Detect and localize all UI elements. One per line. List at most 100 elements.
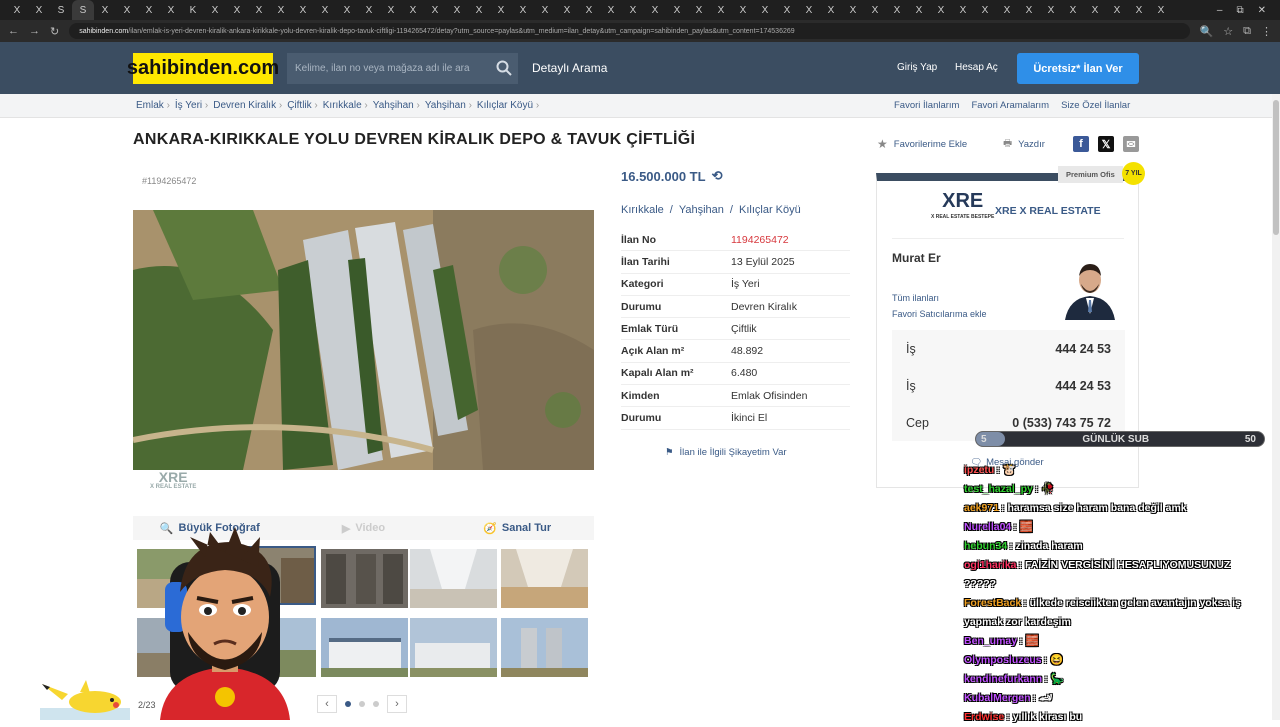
browser-tab[interactable]: X [688,0,710,20]
browser-tab[interactable]: X [622,0,644,20]
browser-tab[interactable]: X [226,0,248,20]
browser-tab[interactable]: X [490,0,512,20]
office-name-link[interactable]: XRE X REAL ESTATE [995,205,1101,217]
breadcrumb-item[interactable]: Yahşihan [373,100,420,111]
browser-tab[interactable]: X [116,0,138,20]
thumbnail[interactable] [321,618,408,677]
browser-tab[interactable]: X [974,0,996,20]
add-favorite-link[interactable]: Favorilerime Ekle [894,139,967,150]
browser-tab[interactable]: X [798,0,820,20]
browser-tab[interactable]: X [754,0,776,20]
browser-tab[interactable]: X [710,0,732,20]
reload-icon[interactable]: ↻ [50,25,59,38]
browser-tab[interactable]: X [6,0,28,20]
x-twitter-icon[interactable]: 𝕏 [1098,136,1114,152]
browser-tab[interactable]: X [424,0,446,20]
extensions-icon[interactable]: ⧉ [1243,25,1251,38]
tab-virtual-tour[interactable]: 🧭 Sanal Tur [440,516,594,540]
url-field[interactable]: sahibinden.com/ilan/emlak-is-yeri-devren… [69,23,1190,39]
browser-tab[interactable]: X [842,0,864,20]
browser-tab[interactable]: X [578,0,600,20]
browser-tab[interactable]: X [468,0,490,20]
browser-tab[interactable]: X [270,0,292,20]
browser-tab[interactable]: X [886,0,908,20]
location-city[interactable]: Kırıkkale [621,204,664,216]
browser-tab[interactable]: X [1150,0,1172,20]
browser-tab[interactable]: X [1062,0,1084,20]
forward-icon[interactable]: → [29,25,40,37]
browser-tab[interactable]: X [314,0,336,20]
phone-row[interactable]: İş 444 24 53 [892,330,1125,367]
facebook-icon[interactable]: f [1073,136,1089,152]
favorite-seller-link[interactable]: Favori Satıcılarıma ekle [892,309,987,319]
email-icon[interactable]: ✉ [1123,136,1139,152]
breadcrumb-item[interactable]: Emlak [136,100,170,111]
breadcrumb-item[interactable]: Devren Kiralık [213,100,282,111]
location-village[interactable]: Kılıçlar Köyü [739,204,801,216]
thumbnail[interactable] [501,549,588,608]
browser-tab[interactable]: X [776,0,798,20]
search-input[interactable]: Kelime, ilan no veya mağaza adı ile ara [287,52,518,84]
maximize-button[interactable]: ⧉ [1236,5,1243,16]
browser-tab[interactable]: X [204,0,226,20]
minimize-button[interactable]: – [1217,5,1223,16]
zoom-icon[interactable]: 🔍 [1200,25,1214,38]
browser-tab[interactable]: X [732,0,754,20]
thumbnail[interactable] [321,549,408,608]
breadcrumb-item[interactable]: Kırıkkale [323,100,368,111]
office-logo[interactable]: XRE X REAL ESTATE BESTEPE [931,191,994,225]
thumbnail[interactable] [501,618,588,677]
browser-tab[interactable]: X [556,0,578,20]
browser-tab[interactable]: X [248,0,270,20]
browser-tab[interactable]: X [600,0,622,20]
breadcrumb-item[interactable]: Kılıçlar Köyü [477,100,539,111]
browser-tab[interactable]: X [1128,0,1150,20]
browser-tab[interactable]: X [1040,0,1062,20]
post-listing-button[interactable]: Ücretsiz* İlan Ver [1017,53,1139,84]
phone-row[interactable]: İş 444 24 53 [892,367,1125,404]
browser-tab[interactable]: X [512,0,534,20]
browser-tab[interactable]: X [446,0,468,20]
login-link[interactable]: Giriş Yap [897,62,937,73]
browser-tab[interactable]: X [380,0,402,20]
browser-tab[interactable]: X [160,0,182,20]
browser-tab[interactable]: X [864,0,886,20]
menu-kebab-icon[interactable]: ⋮ [1261,25,1272,38]
special-listings-link[interactable]: Size Özel İlanlar [1061,100,1130,111]
scrollbar-thumb[interactable] [1273,100,1279,235]
browser-tab[interactable]: X [952,0,974,20]
close-button[interactable]: ✕ [1258,5,1266,16]
print-link[interactable]: Yazdır [1018,139,1045,150]
page-dot[interactable] [345,701,351,707]
back-icon[interactable]: ← [8,25,19,37]
all-listings-link[interactable]: Tüm ilanları [892,293,939,303]
bookmark-star-icon[interactable]: ☆ [1223,25,1233,38]
browser-tab[interactable]: X [1018,0,1040,20]
browser-tab[interactable]: K [182,0,204,20]
browser-tab[interactable]: X [1106,0,1128,20]
favorite-listings-link[interactable]: Favori İlanlarım [894,100,959,111]
browser-tab[interactable]: X [138,0,160,20]
page-dot[interactable] [359,701,365,707]
complaint-link[interactable]: ⚑ İlan ile İlgili Şikayetim Var [665,447,787,458]
next-page-button[interactable]: › [387,695,407,713]
browser-tab[interactable]: X [644,0,666,20]
browser-tab[interactable]: X [908,0,930,20]
browser-tab[interactable]: S [72,0,94,20]
favorite-searches-link[interactable]: Favori Aramalarım [971,100,1049,111]
browser-tab[interactable]: X [534,0,556,20]
browser-tab[interactable]: X [402,0,424,20]
browser-tab[interactable]: X [820,0,842,20]
page-dot[interactable] [373,701,379,707]
browser-tab[interactable]: X [930,0,952,20]
price-history-icon[interactable]: ⟲ [712,168,723,184]
browser-tab[interactable]: X [996,0,1018,20]
thumbnail[interactable] [410,549,497,608]
browser-tab[interactable]: S [50,0,72,20]
browser-tab[interactable]: X [358,0,380,20]
breadcrumb-item[interactable]: İş Yeri [175,100,208,111]
detailed-search-link[interactable]: Detaylı Arama [532,61,607,75]
register-link[interactable]: Hesap Aç [955,62,998,73]
printer-icon[interactable]: 🖶 [1003,136,1012,152]
breadcrumb-item[interactable]: Yahşihan [425,100,472,111]
